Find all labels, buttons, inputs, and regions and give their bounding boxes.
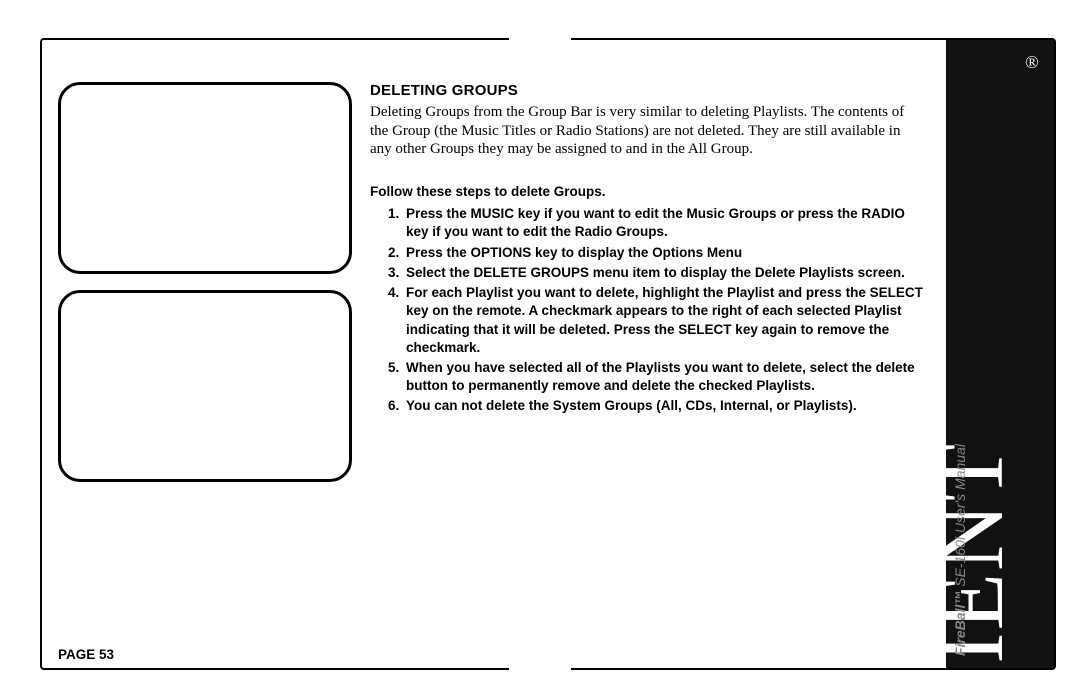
content-column: DELETING GROUPS Deleting Groups from the… bbox=[370, 82, 924, 418]
manual-title: FireBall™ SE-160i User's Manual bbox=[952, 444, 968, 656]
list-item: 2.Press the OPTIONS key to display the O… bbox=[388, 244, 924, 262]
step-text: Select the DELETE GROUPS menu item to di… bbox=[406, 265, 905, 280]
section-heading: DELETING GROUPS bbox=[370, 82, 924, 101]
manual-rest: SE-160i User's Manual bbox=[952, 444, 968, 591]
registered-mark: ® bbox=[1025, 52, 1039, 72]
list-item: 6.You can not delete the System Groups (… bbox=[388, 397, 924, 415]
screenshot-placeholder-2 bbox=[58, 290, 352, 482]
step-text: Press the OPTIONS key to display the Opt… bbox=[406, 245, 742, 260]
step-text: When you have selected all of the Playli… bbox=[406, 360, 915, 393]
steps-block: Follow these steps to delete Groups. 1.P… bbox=[370, 183, 924, 416]
step-text: For each Playlist you want to delete, hi… bbox=[406, 285, 923, 355]
step-text: You can not delete the System Groups (Al… bbox=[406, 398, 857, 413]
brand-sidebar: ESCIENT ® FireBall™ SE-160i User's Manua… bbox=[946, 40, 1054, 668]
manual-product: FireBall™ bbox=[952, 591, 968, 656]
list-item: 4.For each Playlist you want to delete, … bbox=[388, 284, 924, 357]
page-number: PAGE 53 bbox=[58, 647, 114, 662]
list-item: 3.Select the DELETE GROUPS menu item to … bbox=[388, 264, 924, 282]
steps-list: 1.Press the MUSIC key if you want to edi… bbox=[370, 205, 924, 415]
screenshot-placeholder-1 bbox=[58, 82, 352, 274]
list-item: 1.Press the MUSIC key if you want to edi… bbox=[388, 205, 924, 241]
intro-paragraph: Deleting Groups from the Group Bar is ve… bbox=[370, 103, 924, 159]
step-text: Press the MUSIC key if you want to edit … bbox=[406, 206, 905, 239]
steps-lead: Follow these steps to delete Groups. bbox=[370, 183, 924, 201]
list-item: 5.When you have selected all of the Play… bbox=[388, 359, 924, 395]
